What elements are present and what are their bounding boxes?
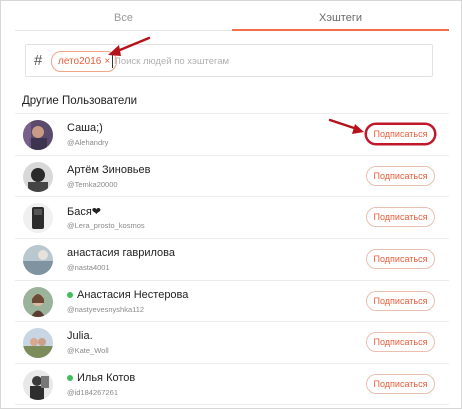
section-title: Другие Пользователи bbox=[22, 95, 138, 107]
list-item[interactable]: анастасия гаврилова @nasta4001 Подписать… bbox=[15, 238, 449, 280]
user-name[interactable]: анастасия гаврилова bbox=[67, 247, 175, 259]
list-item[interactable]: Анастасия Нестерова @nastyevesnyshka112 … bbox=[15, 279, 449, 322]
online-status-icon bbox=[67, 291, 73, 298]
avatar[interactable] bbox=[23, 203, 53, 234]
follow-button[interactable]: Подписаться bbox=[366, 332, 435, 353]
avatar[interactable] bbox=[23, 120, 53, 150]
user-handle: @nastyevesnyshka112 bbox=[67, 304, 145, 314]
avatar[interactable] bbox=[23, 370, 53, 401]
tab-all[interactable]: Все bbox=[15, 1, 232, 31]
tab-bar: Все Хэштеги bbox=[15, 1, 449, 31]
follow-button[interactable]: Подписаться bbox=[366, 207, 435, 228]
chip-remove-icon[interactable]: × bbox=[104, 52, 110, 71]
avatar[interactable] bbox=[23, 161, 53, 192]
tab-hashtags[interactable]: Хэштеги bbox=[232, 1, 449, 31]
text-cursor bbox=[112, 53, 113, 68]
hashtag-search-box[interactable]: # лето2016 × bbox=[25, 44, 433, 77]
hashtag-search-input[interactable] bbox=[114, 53, 424, 69]
user-handle: @Alehandry bbox=[67, 138, 109, 147]
user-name[interactable]: Илья Котов bbox=[67, 372, 135, 384]
hash-icon: # bbox=[34, 52, 43, 69]
user-handle: @Kate_Woll bbox=[67, 346, 109, 356]
list-item[interactable]: Саша;) @Alehandry Подписаться bbox=[15, 113, 449, 155]
follow-button[interactable]: Подписаться bbox=[366, 249, 435, 270]
user-handle: @Lera_prosto_kosmos bbox=[67, 221, 145, 231]
hashtag-chip-label: лето2016 bbox=[58, 56, 102, 67]
follow-button[interactable]: Подписаться bbox=[366, 124, 435, 144]
hashtag-chip[interactable]: лето2016 × bbox=[51, 51, 118, 72]
follow-button[interactable]: Подписаться bbox=[366, 374, 435, 395]
list-item[interactable]: Julia. @Kate_Woll Подписаться bbox=[15, 321, 449, 363]
avatar[interactable] bbox=[23, 245, 53, 276]
user-name[interactable]: Артём Зиновьев bbox=[67, 164, 151, 176]
user-handle: @id184267261 bbox=[67, 388, 118, 398]
follow-button[interactable]: Подписаться bbox=[366, 290, 435, 311]
user-handle: @Temka20000 bbox=[67, 179, 118, 189]
list-item[interactable]: Илья Котов @id184267261 Подписаться bbox=[15, 363, 449, 405]
user-name[interactable]: Julia. bbox=[67, 330, 93, 342]
avatar[interactable] bbox=[23, 328, 53, 359]
follow-button[interactable]: Подписаться bbox=[366, 165, 435, 186]
list-item[interactable]: Бася❤ @Lera_prosto_kosmos Подписаться bbox=[15, 196, 449, 238]
list-item[interactable]: Артём Зиновьев @Temka20000 Подписаться bbox=[15, 154, 449, 197]
user-list: Саша;) @Alehandry Подписаться Артём Зино… bbox=[15, 113, 449, 405]
avatar[interactable] bbox=[23, 286, 53, 317]
online-status-icon bbox=[67, 375, 73, 382]
hashtag-search-panel: Все Хэштеги # лето2016 × Другие Пользова… bbox=[0, 0, 462, 409]
user-handle: @nasta4001 bbox=[67, 263, 110, 273]
user-name[interactable]: Саша;) bbox=[67, 122, 103, 134]
user-name[interactable]: Анастасия Нестерова bbox=[67, 289, 188, 301]
user-name[interactable]: Бася❤ bbox=[67, 205, 101, 218]
